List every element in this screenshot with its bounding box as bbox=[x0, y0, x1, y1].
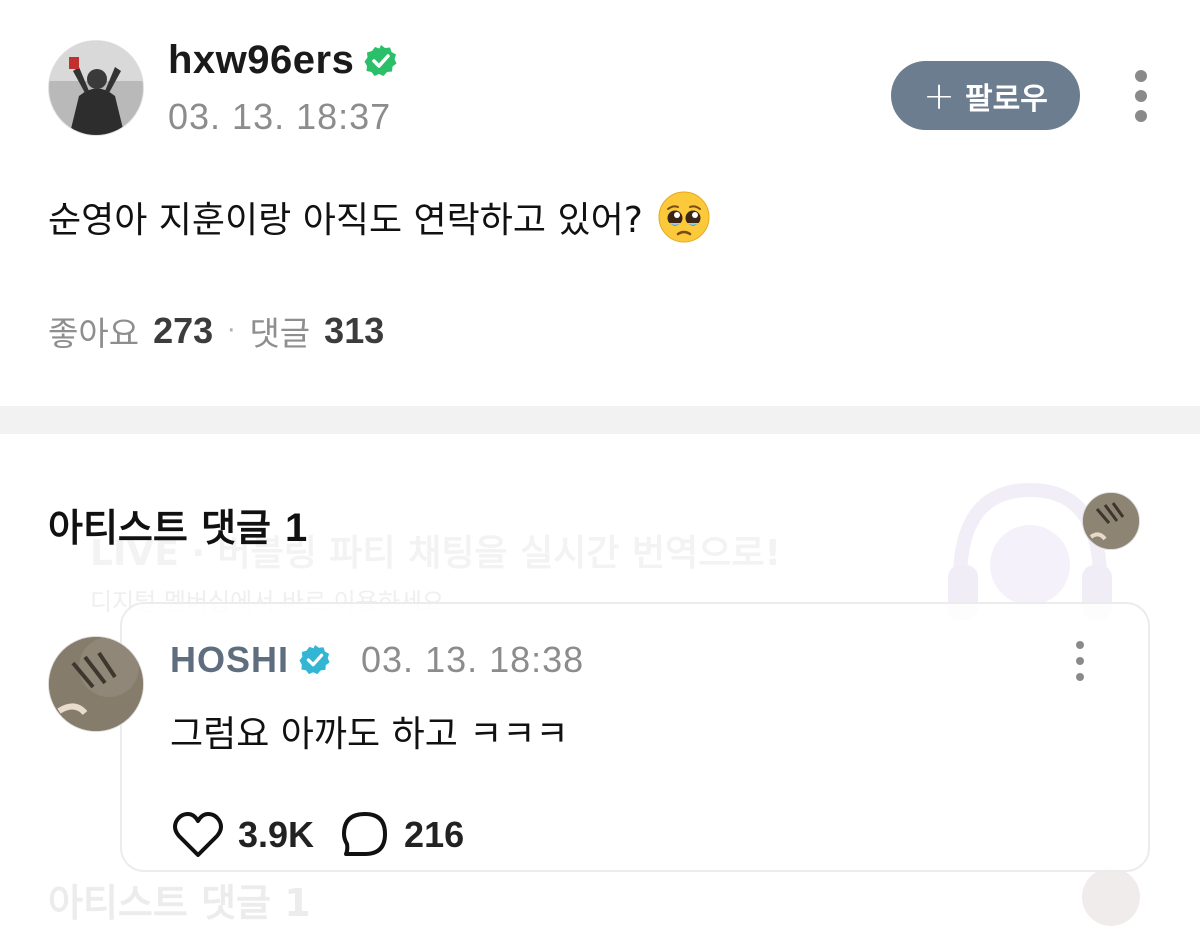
artist-avatar-photo bbox=[1083, 493, 1139, 549]
comment-more-icon[interactable] bbox=[1070, 640, 1090, 682]
ghost-label: 아티스트 댓글 bbox=[48, 881, 271, 925]
post-stats: 좋아요 273 · 댓글 313 bbox=[48, 307, 384, 355]
comments-label: 댓글 bbox=[249, 314, 311, 353]
comment-actions: 3.9K 216 bbox=[172, 810, 464, 860]
follow-button[interactable]: + 팔로우 bbox=[891, 61, 1080, 130]
comment-like-count: 3.9K bbox=[238, 814, 315, 855]
ghost-count: 1 bbox=[284, 881, 311, 925]
verified-green-icon bbox=[364, 44, 397, 76]
post-username[interactable]: hxw96ers bbox=[168, 38, 354, 83]
verified-blue-icon bbox=[299, 644, 330, 675]
heart-icon[interactable] bbox=[172, 811, 224, 859]
follow-label: 팔로우 bbox=[965, 81, 1048, 117]
comment-timestamp: 03. 13. 18:38 bbox=[361, 639, 585, 680]
artist-comments-title-ghost: 아티스트 댓글 1 bbox=[48, 872, 311, 927]
comment-avatar-photo bbox=[49, 637, 143, 731]
post-body: 순영아 지훈이랑 아직도 연락하고 있어? bbox=[48, 190, 711, 244]
comment-text: 그럼요 아까도 하고 ㅋㅋㅋ bbox=[170, 714, 569, 755]
ghost-avatar bbox=[1082, 868, 1140, 926]
plus-icon: + bbox=[923, 73, 956, 118]
comments-count[interactable]: 313 bbox=[324, 310, 384, 352]
artist-avatar-small[interactable] bbox=[1082, 492, 1140, 550]
likes-label: 좋아요 bbox=[48, 314, 140, 353]
comment-reply-count: 216 bbox=[404, 814, 465, 855]
artist-comments-title: 아티스트 댓글 1 bbox=[48, 497, 307, 552]
post-text: 순영아 지훈이랑 아직도 연락하고 있어? bbox=[48, 200, 643, 241]
post-author-avatar[interactable] bbox=[48, 40, 144, 136]
post-timestamp: 03. 13. 18:37 bbox=[168, 96, 392, 137]
artist-comments-count: 1 bbox=[285, 506, 308, 550]
comment-author-avatar[interactable] bbox=[48, 636, 144, 732]
speech-bubble-icon[interactable] bbox=[340, 810, 390, 860]
pleading-face-emoji bbox=[658, 191, 710, 243]
section-divider bbox=[0, 406, 1200, 434]
stats-separator: · bbox=[227, 316, 236, 346]
avatar-photo bbox=[49, 41, 143, 135]
likes-count[interactable]: 273 bbox=[153, 310, 213, 352]
comment-author-name[interactable]: HOSHI bbox=[170, 639, 289, 681]
artist-comments-label: 아티스트 댓글 bbox=[48, 506, 271, 550]
more-vertical-icon[interactable] bbox=[1128, 68, 1154, 124]
